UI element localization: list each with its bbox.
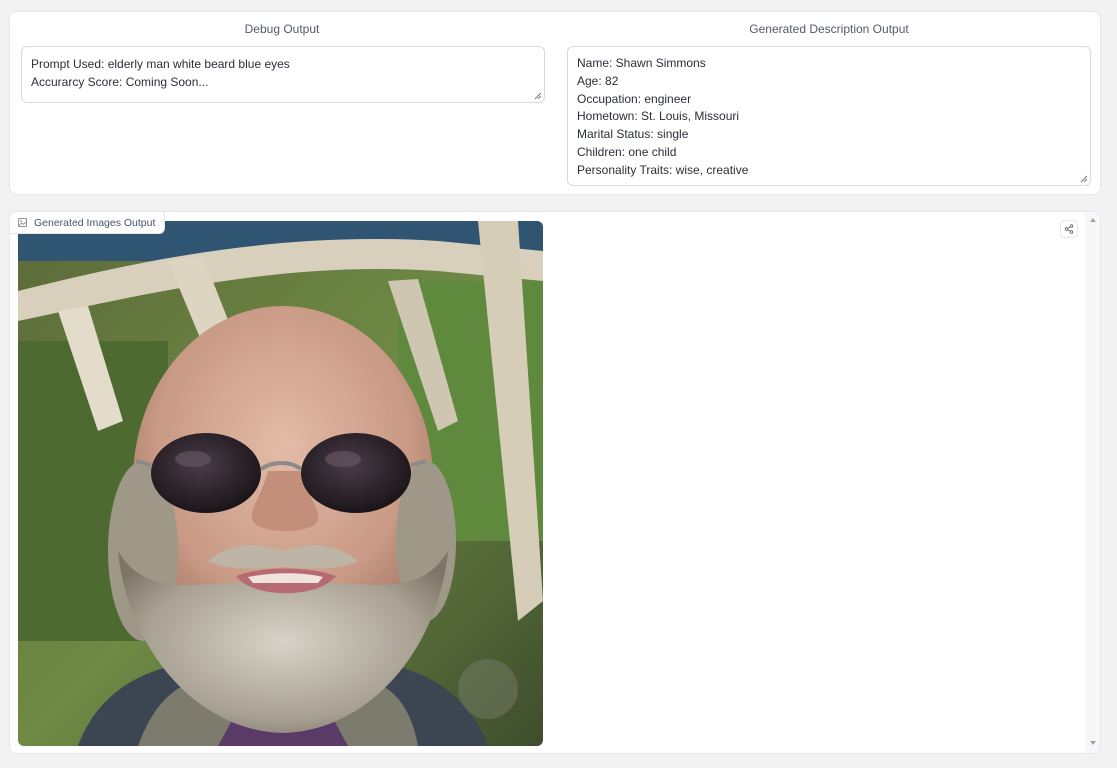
generated-images-label: Generated Images Output <box>10 212 166 234</box>
generated-images-label-text: Generated Images Output <box>34 216 156 229</box>
description-line: Hometown: St. Louis, Missouri <box>577 109 740 124</box>
vertical-scrollbar[interactable] <box>1085 212 1100 753</box>
text-outputs-panel: Debug Output Prompt Used: elderly man wh… <box>9 11 1101 195</box>
generated-images-panel: Generated Images Output <box>9 211 1101 754</box>
description-output-textbox[interactable]: Name: Shawn Simmons Age: 82 Occupation: … <box>567 46 1091 186</box>
scroll-up-icon[interactable] <box>1089 216 1097 224</box>
scroll-down-icon[interactable] <box>1089 739 1097 747</box>
resize-handle-icon[interactable] <box>1080 175 1088 183</box>
debug-output-label: Debug Output <box>244 22 320 36</box>
description-line: Occupation: engineer <box>577 91 692 106</box>
debug-output-textbox[interactable]: Prompt Used: elderly man white beard blu… <box>21 46 545 103</box>
description-line: Age: 82 <box>577 73 619 88</box>
share-button[interactable] <box>1060 220 1078 238</box>
description-line: Personality Traits: wise, creative <box>577 162 749 177</box>
debug-score-line: Accurarcy Score: Coming Soon... <box>31 74 209 89</box>
description-line: Name: Shawn Simmons <box>577 56 706 70</box>
description-line: Marital Status: single <box>577 127 689 142</box>
portrait-illustration <box>18 221 543 746</box>
generated-portrait-image[interactable] <box>18 221 543 746</box>
debug-prompt-line: Prompt Used: elderly man white beard blu… <box>31 57 290 71</box>
image-icon <box>18 218 27 227</box>
resize-handle-icon[interactable] <box>534 92 542 100</box>
share-icon <box>1064 224 1074 234</box>
description-line: Children: one child <box>577 144 677 159</box>
description-output-label: Generated Description Output <box>749 22 909 36</box>
